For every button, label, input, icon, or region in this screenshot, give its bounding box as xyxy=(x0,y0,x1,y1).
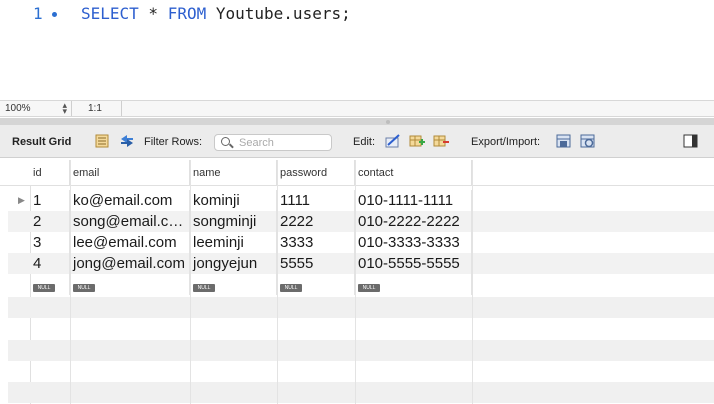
cell-id[interactable]: 4 xyxy=(30,253,70,274)
cell-name[interactable]: leeminji xyxy=(190,232,277,253)
cell-password[interactable]: 5555 xyxy=(277,253,355,274)
cell-name[interactable]: kominji xyxy=(190,190,277,211)
stepper-arrows-icon[interactable]: ▴ ▾ xyxy=(62,101,67,116)
statement-marker-icon xyxy=(52,12,57,17)
cell-contact[interactable]: 010-1111-1111 xyxy=(355,190,472,211)
new-row[interactable]: NULL NULL NULL NULL NULL xyxy=(8,274,714,295)
cell-contact-null[interactable]: NULL xyxy=(355,274,472,295)
filter-rows-label: Filter Rows: xyxy=(144,135,203,148)
delete-row-icon[interactable] xyxy=(433,134,449,148)
refresh-icon[interactable] xyxy=(119,134,135,148)
form-view-icon[interactable] xyxy=(94,134,110,148)
export-icon[interactable] xyxy=(556,134,572,148)
cell-contact[interactable]: 010-2222-2222 xyxy=(355,211,472,232)
cell-password[interactable]: 3333 xyxy=(277,232,355,253)
grid-header: id email name password contact xyxy=(0,160,714,186)
zoom-bar: 100% ▴ ▾ 1:1 xyxy=(0,100,714,117)
cell-id[interactable]: 1 xyxy=(30,190,70,211)
cell-contact[interactable]: 010-5555-5555 xyxy=(355,253,472,274)
result-grid-label[interactable]: Result Grid xyxy=(12,125,71,158)
table-row[interactable]: 4 jong@email.com jongyejun 5555 010-5555… xyxy=(8,253,714,274)
cell-password[interactable]: 2222 xyxy=(277,211,355,232)
current-row-icon: ▶ xyxy=(18,195,25,205)
null-badge: NULL xyxy=(358,284,380,292)
edit-row-icon[interactable] xyxy=(385,134,401,148)
mysql-workbench-window: 1 SELECT * FROM Youtube.users; 100% ▴ ▾ 1… xyxy=(0,0,714,404)
cell-name[interactable]: songminji xyxy=(190,211,277,232)
column-header-name[interactable]: name xyxy=(190,160,277,186)
table-row[interactable]: 2 song@email.com songminji 2222 010-2222… xyxy=(8,211,714,232)
cell-id-null[interactable]: NULL xyxy=(30,274,70,295)
cell-email[interactable]: ko@email.com xyxy=(70,190,190,211)
filter-search-box[interactable] xyxy=(214,134,332,151)
line-number: 1 xyxy=(33,3,43,23)
cell-id[interactable]: 3 xyxy=(30,232,70,253)
import-icon[interactable] xyxy=(580,134,596,148)
cell-name-null[interactable]: NULL xyxy=(190,274,277,295)
column-header-id[interactable]: id xyxy=(30,160,70,186)
column-divider xyxy=(70,160,71,404)
result-grid[interactable]: id email name password contact ▶ 1 ko@em… xyxy=(0,160,714,404)
sql-editor[interactable]: 1 SELECT * FROM Youtube.users; xyxy=(0,0,714,100)
cell-password-null[interactable]: NULL xyxy=(277,274,355,295)
search-input[interactable] xyxy=(239,136,329,149)
cell-email-null[interactable]: NULL xyxy=(70,274,190,295)
column-header-password[interactable]: password xyxy=(277,160,355,186)
cell-email[interactable]: jong@email.com xyxy=(70,253,190,274)
table-name: Youtube.users; xyxy=(206,3,351,23)
cell-name[interactable]: jongyejun xyxy=(190,253,277,274)
panel-splitter[interactable] xyxy=(0,118,714,125)
toggle-panel-icon[interactable] xyxy=(683,134,699,148)
zoom-select[interactable]: 100% ▴ ▾ xyxy=(0,101,72,116)
keyword-select: SELECT xyxy=(81,3,139,23)
column-header-email[interactable]: email xyxy=(70,160,190,186)
null-badge: NULL xyxy=(193,284,215,292)
column-header-contact[interactable]: contact xyxy=(355,160,472,186)
empty-row xyxy=(8,382,714,403)
empty-row xyxy=(8,297,714,318)
table-row[interactable]: ▶ 1 ko@email.com kominji 1111 010-1111-1… xyxy=(8,190,714,211)
cell-password[interactable]: 1111 xyxy=(277,190,355,211)
null-badge: NULL xyxy=(280,284,302,292)
column-divider xyxy=(472,160,473,404)
insert-row-icon[interactable] xyxy=(409,134,425,148)
splitter-handle-icon[interactable] xyxy=(386,120,390,124)
column-divider xyxy=(355,160,356,404)
cell-email[interactable]: song@email.com xyxy=(70,211,190,232)
keyword-from: FROM xyxy=(167,3,207,23)
edit-label: Edit: xyxy=(353,135,376,148)
cell-contact[interactable]: 010-3333-3333 xyxy=(355,232,472,253)
star-operator: * xyxy=(138,3,168,23)
export-import-label: Export/Import: xyxy=(471,135,541,148)
cell-email[interactable]: lee@email.com xyxy=(70,232,190,253)
zoom-ratio[interactable]: 1:1 xyxy=(72,101,122,116)
sql-statement[interactable]: SELECT * FROM Youtube.users; xyxy=(81,4,351,23)
column-divider xyxy=(190,160,191,404)
table-row[interactable]: 3 lee@email.com leeminji 3333 010-3333-3… xyxy=(8,232,714,253)
result-toolbar: Result Grid Filter Rows: Edit: xyxy=(0,125,714,158)
search-icon xyxy=(221,137,230,146)
null-badge: NULL xyxy=(73,284,95,292)
null-badge: NULL xyxy=(33,284,55,292)
cell-id[interactable]: 2 xyxy=(30,211,70,232)
empty-row xyxy=(8,340,714,361)
zoom-value: 100% xyxy=(5,103,31,114)
column-divider xyxy=(277,160,278,404)
